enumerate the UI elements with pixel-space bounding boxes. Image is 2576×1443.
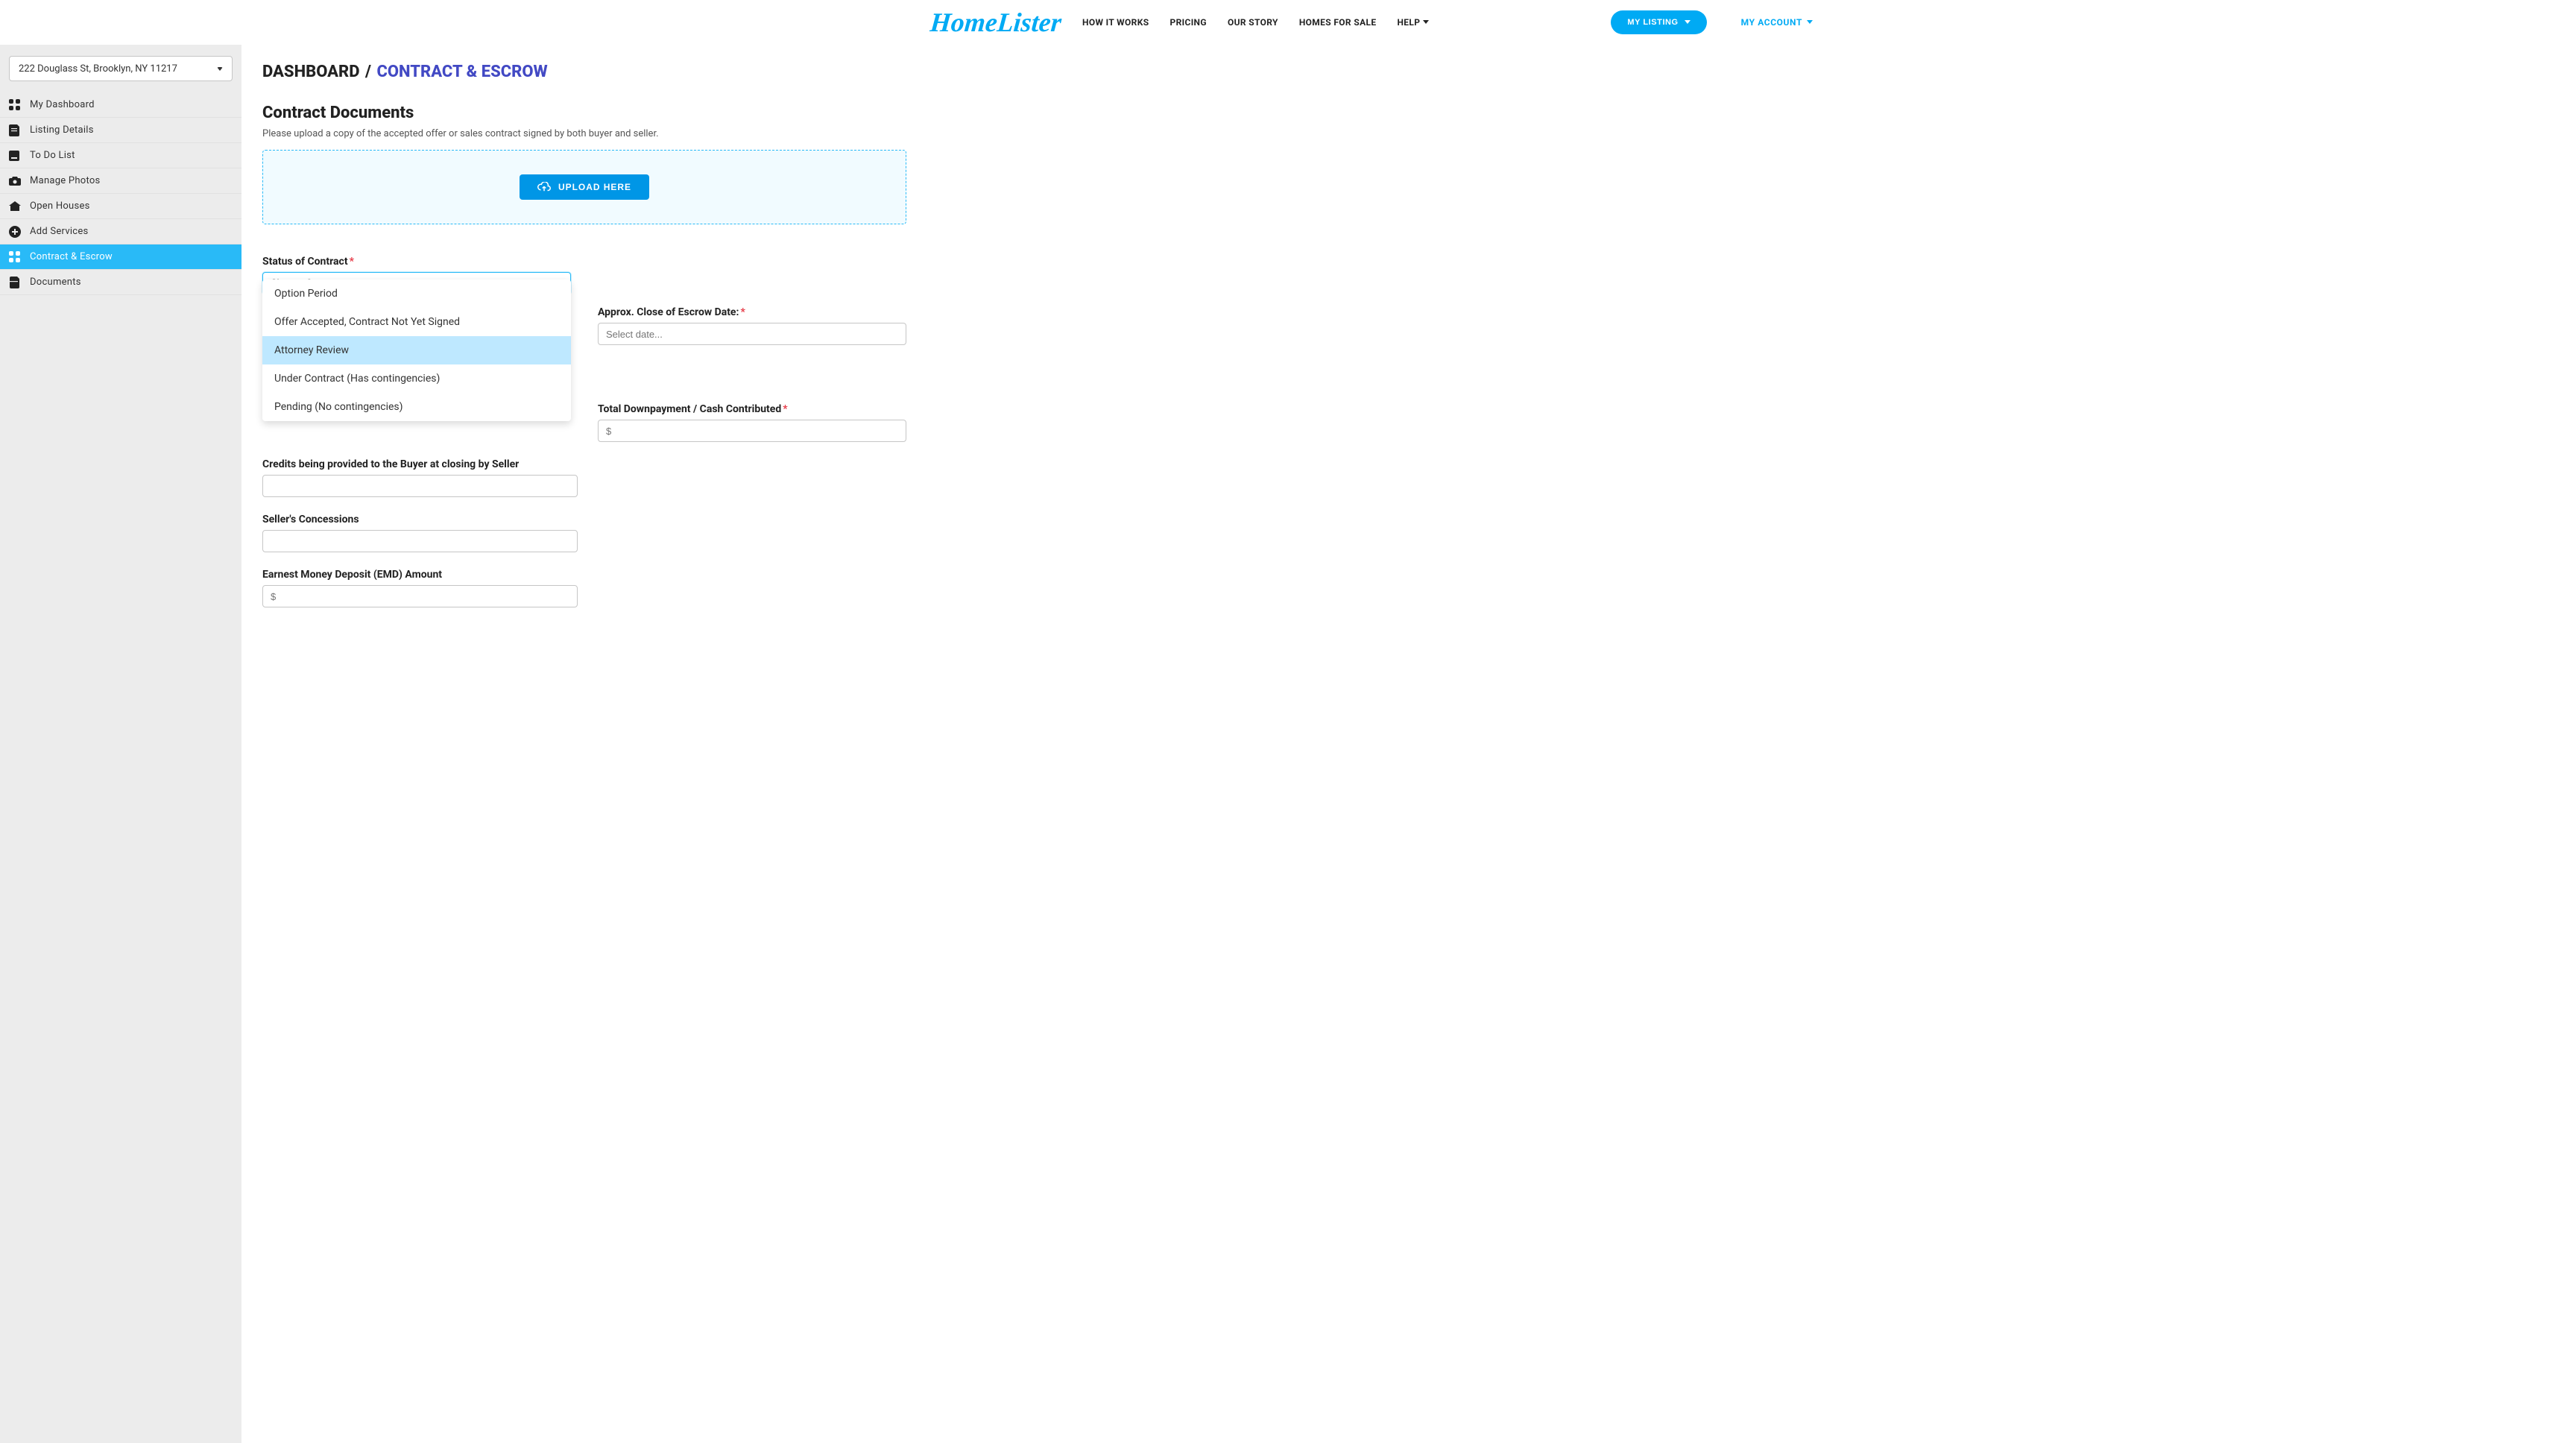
status-option-3[interactable]: Under Contract (Has contingencies) xyxy=(262,364,571,393)
close-escrow-date-field: Approx. Close of Escrow Date:* xyxy=(598,306,906,345)
chevron-down-icon xyxy=(1685,20,1690,24)
my-account-menu[interactable]: MY ACCOUNT xyxy=(1741,17,1813,28)
upload-here-button[interactable]: UPLOAD HERE xyxy=(520,174,649,200)
sidebar-item-label: To Do List xyxy=(30,150,75,161)
sidebar-item-documents[interactable]: Documents xyxy=(0,270,242,295)
status-option-4[interactable]: Pending (No contingencies) xyxy=(262,393,571,421)
concessions-field: Seller's Concessions xyxy=(262,514,578,552)
todo-icon xyxy=(9,150,21,162)
downpayment-field: Total Downpayment / Cash Contributed* xyxy=(598,403,906,442)
concessions-input[interactable] xyxy=(262,530,578,552)
dashboard-icon xyxy=(9,99,21,111)
sidebar-item-photos[interactable]: Manage Photos xyxy=(0,168,242,194)
nav-our-story[interactable]: OUR STORY xyxy=(1228,17,1278,28)
breadcrumb-part-current: CONTRACT & ESCROW xyxy=(376,63,547,81)
chevron-down-icon xyxy=(217,67,223,71)
emd-field: Earnest Money Deposit (EMD) Amount xyxy=(262,569,578,607)
sidebar-item-label: Manage Photos xyxy=(30,175,101,186)
breadcrumb: DASHBOARD / CONTRACT & ESCROW xyxy=(262,63,906,81)
upload-dropzone[interactable]: UPLOAD HERE xyxy=(262,150,906,224)
primary-nav: HOW IT WORKS PRICING OUR STORY HOMES FOR… xyxy=(1082,17,1429,28)
main-content: DASHBOARD / CONTRACT & ESCROW Contract D… xyxy=(242,45,927,1443)
contract-documents-title: Contract Documents xyxy=(262,104,906,122)
status-option-0[interactable]: Option Period xyxy=(262,280,571,308)
emd-input[interactable] xyxy=(262,585,578,607)
nav-help[interactable]: HELP xyxy=(1397,17,1429,28)
sidebar-item-label: Open Houses xyxy=(30,200,90,212)
sidebar-item-label: My Dashboard xyxy=(30,99,95,110)
sidebar-item-label: Add Services xyxy=(30,226,89,237)
downpayment-label: Total Downpayment / Cash Contributed* xyxy=(598,403,906,415)
contract-escrow-icon xyxy=(9,251,21,263)
sidebar-item-listing-details[interactable]: Listing Details xyxy=(0,118,242,143)
credits-field: Credits being provided to the Buyer at c… xyxy=(262,458,578,497)
sidebar-item-open-houses[interactable]: Open Houses xyxy=(0,194,242,219)
sidebar-item-todo[interactable]: To Do List xyxy=(0,143,242,168)
sidebar-nav: My Dashboard Listing Details To Do List Man… xyxy=(0,92,242,295)
status-option-2[interactable]: Attorney Review xyxy=(262,336,571,364)
sidebar-item-dashboard[interactable]: My Dashboard xyxy=(0,92,242,118)
nav-how-it-works[interactable]: HOW IT WORKS xyxy=(1082,17,1149,28)
photos-icon xyxy=(9,175,21,187)
top-header: HomeLister HOW IT WORKS PRICING OUR STOR… xyxy=(745,0,1831,45)
status-of-contract-label: Status of Contract* xyxy=(262,256,571,268)
sidebar-item-label: Documents xyxy=(30,277,81,288)
chevron-down-icon xyxy=(1423,20,1429,24)
cloud-upload-icon xyxy=(537,182,551,192)
sidebar-item-label: Contract & Escrow xyxy=(30,251,113,262)
my-listing-button[interactable]: MY LISTING xyxy=(1611,10,1706,34)
chevron-down-icon xyxy=(1807,20,1813,24)
credits-label: Credits being provided to the Buyer at c… xyxy=(262,458,578,470)
credits-input[interactable] xyxy=(262,475,578,497)
status-of-contract-dropdown: Option PeriodOffer Accepted, Contract No… xyxy=(262,280,571,421)
breadcrumb-part-dashboard[interactable]: DASHBOARD xyxy=(262,63,360,81)
nav-pricing[interactable]: PRICING xyxy=(1169,17,1206,28)
status-of-contract-field: Status of Contract* Choose One... Option… xyxy=(262,256,571,294)
contract-documents-description: Please upload a copy of the accepted off… xyxy=(262,128,906,139)
close-escrow-date-label: Approx. Close of Escrow Date:* xyxy=(598,306,906,318)
sidebar-item-add-services[interactable]: Add Services xyxy=(0,219,242,244)
status-option-1[interactable]: Offer Accepted, Contract Not Yet Signed xyxy=(262,308,571,336)
documents-icon xyxy=(9,277,21,288)
property-address-value: 222 Douglass St, Brooklyn, NY 11217 xyxy=(19,63,177,75)
sidebar: 222 Douglass St, Brooklyn, NY 11217 My D… xyxy=(0,45,242,1443)
brand-logo[interactable]: HomeLister xyxy=(929,7,1063,38)
close-escrow-date-input[interactable] xyxy=(598,323,906,345)
nav-homes-for-sale[interactable]: HOMES FOR SALE xyxy=(1299,17,1377,28)
emd-label: Earnest Money Deposit (EMD) Amount xyxy=(262,569,578,581)
sidebar-item-contract-escrow[interactable]: Contract & Escrow xyxy=(0,244,242,270)
add-services-icon xyxy=(9,226,21,238)
sidebar-item-label: Listing Details xyxy=(30,124,94,136)
open-houses-icon xyxy=(9,200,21,212)
listing-details-icon xyxy=(9,124,21,136)
property-address-select[interactable]: 222 Douglass St, Brooklyn, NY 11217 xyxy=(9,56,233,81)
downpayment-input[interactable] xyxy=(598,420,906,442)
concessions-label: Seller's Concessions xyxy=(262,514,578,525)
